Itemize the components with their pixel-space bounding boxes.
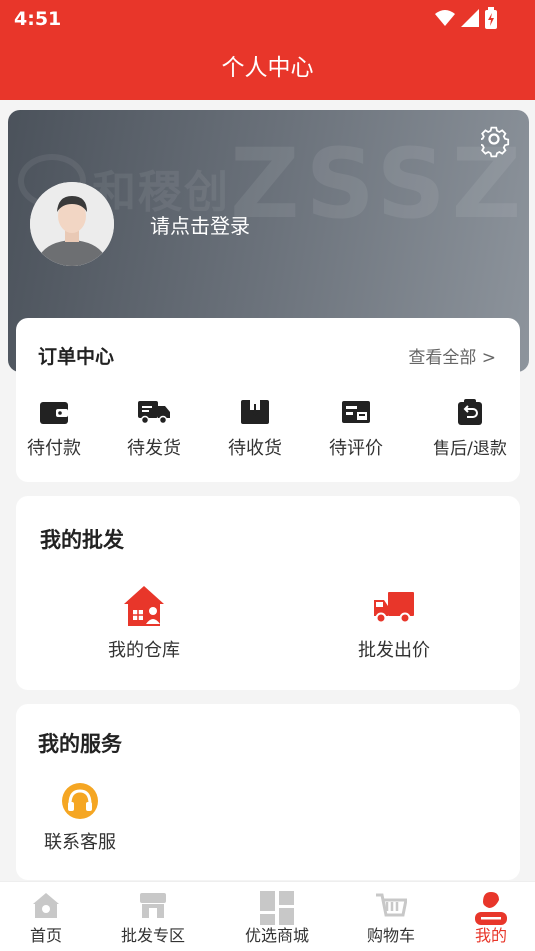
tab-mine[interactable]: 我的 [446,890,535,946]
tab-wholesale[interactable]: 批发专区 [108,890,198,946]
status-bar: 4:51 [0,0,535,38]
wholesale-bid-label: 批发出价 [358,640,430,661]
settings-gear-icon[interactable] [481,126,513,158]
contact-support-button[interactable]: 联系客服 [30,782,130,854]
my-warehouse-button[interactable]: 我的仓库 [94,584,194,662]
wifi-icon [435,10,455,26]
order-after-sale-refund[interactable]: 售后/退款 [420,398,520,459]
bottom-tab-bar: 首页 批发专区 优选商城 购物车 我的 [0,881,535,951]
wallet-icon [40,402,68,424]
my-warehouse-label: 我的仓库 [108,640,180,661]
warehouse-icon [124,586,164,626]
avatar[interactable] [30,182,114,266]
order-center-card: 订单中心 查看全部 > 待付款 待发货 待收货 待评价 售后/退款 [16,318,520,482]
tab-label: 购物车 [366,926,415,945]
order-pending-payment[interactable]: 待付款 [4,398,104,460]
services-card: 我的服务 联系客服 [16,704,520,880]
status-icons [435,7,497,29]
battery-icon [485,7,497,29]
tab-label: 我的 [474,926,507,945]
headset-icon [62,783,98,819]
truck-icon [138,401,170,425]
wholesale-card: 我的批发 我的仓库 批发出价 [16,496,520,690]
default-avatar-icon [30,182,114,266]
grid-icon [260,891,294,925]
order-center-title: 订单中心 [38,346,115,368]
tab-label: 批发专区 [120,926,185,945]
tab-home[interactable]: 首页 [1,890,91,946]
review-icon [342,401,370,423]
signal-icon [461,9,479,27]
tab-select-mall[interactable]: 优选商城 [232,890,322,946]
refund-icon [458,399,482,425]
profile-icon [475,892,507,925]
store-icon [140,893,166,918]
page-title: 个人中心 [221,55,314,81]
status-time: 4:51 [14,8,62,30]
tab-label: 优选商城 [244,926,309,945]
order-pending-shipment[interactable]: 待发货 [104,398,204,460]
login-prompt[interactable]: 请点击登录 [150,210,250,239]
tab-cart[interactable]: 购物车 [346,890,436,946]
services-title: 我的服务 [38,732,122,756]
page-header: 个人中心 [0,38,535,100]
tab-label: 首页 [29,926,62,945]
order-item-label: 待收货 [228,438,282,459]
wholesale-title: 我的批发 [40,528,124,552]
order-item-label: 待评价 [329,438,383,459]
order-item-label: 待发货 [127,438,181,459]
view-all-orders-link[interactable]: 查看全部 > [408,343,496,368]
wholesale-bid-button[interactable]: 批发出价 [344,584,444,662]
box-icon [241,400,269,424]
order-pending-receipt[interactable]: 待收货 [205,398,305,460]
delivery-truck-icon [374,592,414,624]
order-pending-review[interactable]: 待评价 [306,398,406,460]
cart-icon [376,893,407,917]
order-item-label: 售后/退款 [433,439,507,459]
contact-support-label: 联系客服 [44,832,116,853]
order-item-label: 待付款 [27,438,81,459]
home-icon [33,893,59,918]
